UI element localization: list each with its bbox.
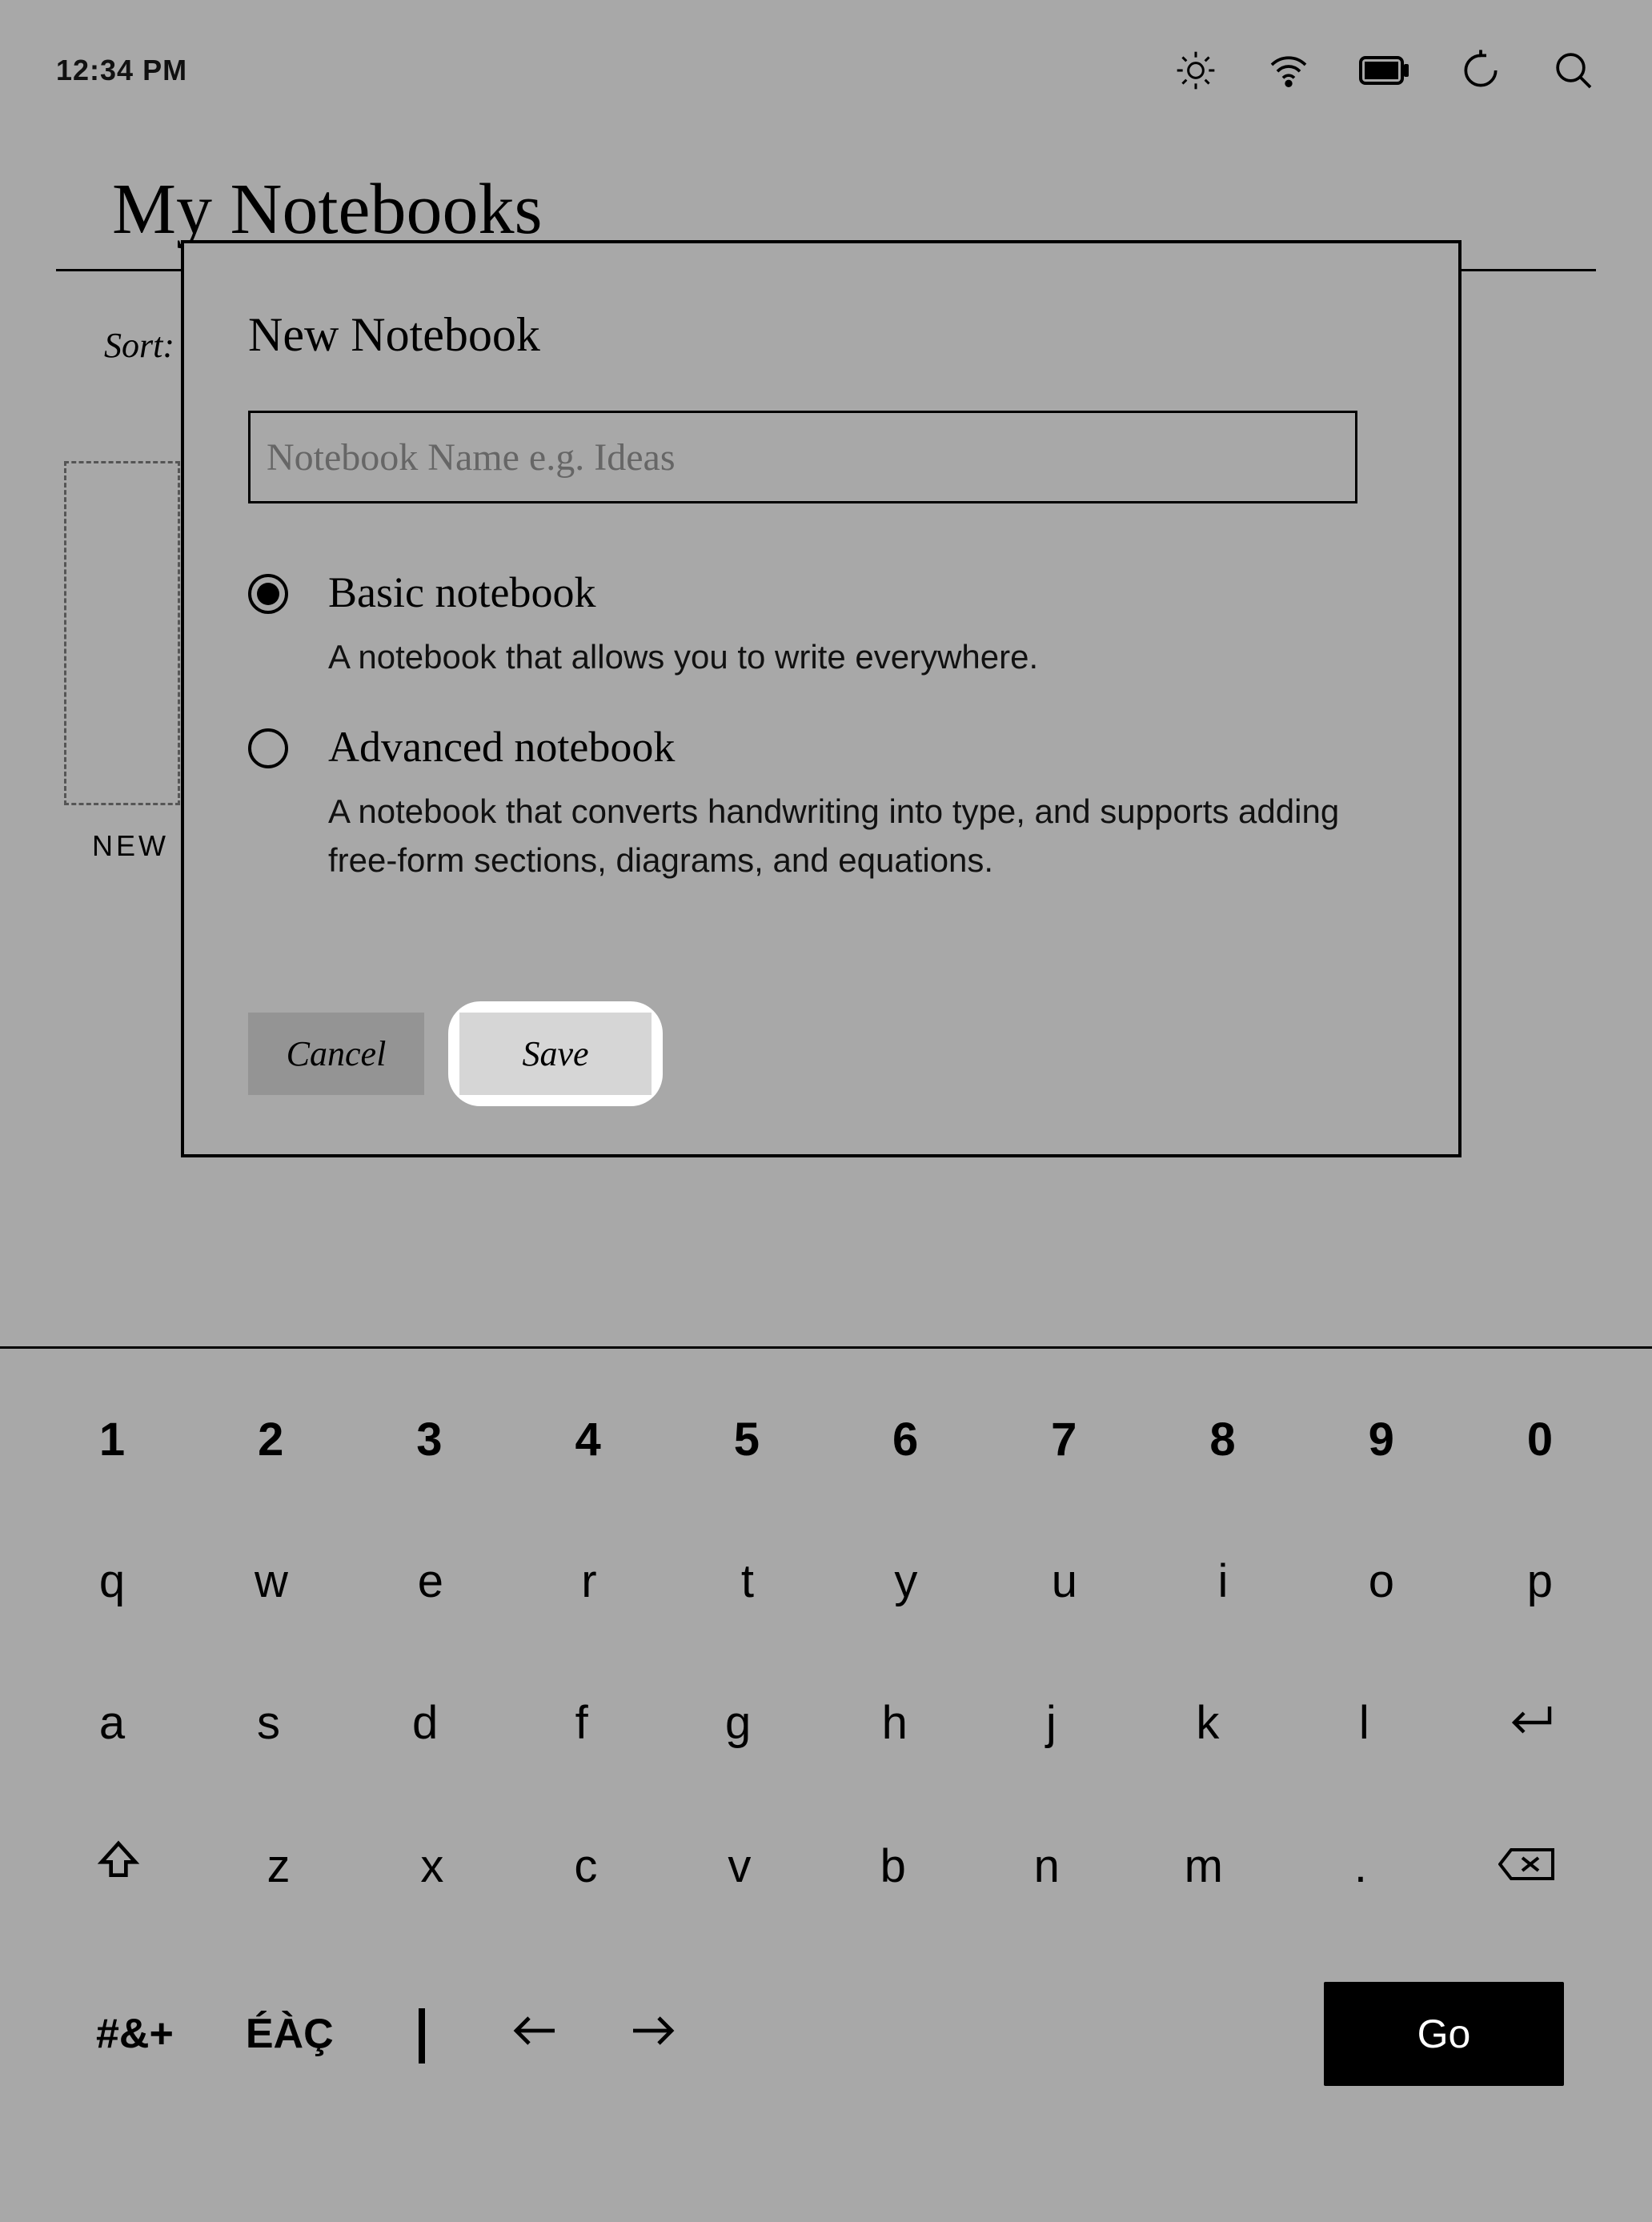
arrow-left-icon xyxy=(510,2007,558,2061)
radio-advanced-description: A notebook that converts handwriting int… xyxy=(328,788,1369,885)
keyboard-row-1: 1 2 3 4 5 6 7 8 9 0 xyxy=(88,1413,1564,1466)
key-space[interactable] xyxy=(398,2007,446,2061)
key-x[interactable]: x xyxy=(408,1838,456,1894)
cancel-button[interactable]: Cancel xyxy=(248,1013,424,1095)
radio-basic-notebook[interactable]: Basic notebook A notebook that allows yo… xyxy=(248,568,1394,682)
key-backspace[interactable] xyxy=(1490,1838,1564,1894)
key-k[interactable]: k xyxy=(1184,1696,1232,1750)
key-i[interactable]: i xyxy=(1199,1554,1247,1608)
key-5[interactable]: 5 xyxy=(723,1413,771,1466)
key-9[interactable]: 9 xyxy=(1357,1413,1405,1466)
key-8[interactable]: 8 xyxy=(1199,1413,1247,1466)
key-a[interactable]: a xyxy=(88,1696,136,1750)
radio-circle-icon xyxy=(248,728,288,768)
key-z[interactable]: z xyxy=(255,1838,303,1894)
key-l[interactable]: l xyxy=(1340,1696,1388,1750)
new-notebook-card[interactable] xyxy=(64,461,180,805)
page-title: My Notebooks xyxy=(112,168,543,251)
key-y[interactable]: y xyxy=(882,1554,930,1608)
key-e[interactable]: e xyxy=(407,1554,455,1608)
radio-advanced-title: Advanced notebook xyxy=(328,722,1369,772)
key-c[interactable]: c xyxy=(562,1838,610,1894)
new-notebook-card-label: NEW xyxy=(92,829,169,863)
key-7[interactable]: 7 xyxy=(1040,1413,1088,1466)
key-3[interactable]: 3 xyxy=(405,1413,453,1466)
key-2[interactable]: 2 xyxy=(247,1413,295,1466)
key-go[interactable]: Go xyxy=(1324,1982,1564,2086)
radio-advanced-notebook[interactable]: Advanced notebook A notebook that conver… xyxy=(248,722,1394,885)
keyboard-row-2: q w e r t y u i o p xyxy=(88,1554,1564,1608)
key-period[interactable]: . xyxy=(1337,1838,1385,1894)
radio-dot-icon xyxy=(248,574,288,614)
search-icon[interactable] xyxy=(1551,48,1596,93)
key-h[interactable]: h xyxy=(871,1696,919,1750)
key-4[interactable]: 4 xyxy=(564,1413,612,1466)
save-button-highlight: Save xyxy=(448,1001,663,1106)
key-n[interactable]: n xyxy=(1023,1838,1071,1894)
brightness-icon[interactable] xyxy=(1173,48,1218,93)
key-symbols[interactable]: #&+ xyxy=(88,2010,182,2058)
on-screen-keyboard: 1 2 3 4 5 6 7 8 9 0 q w e r t y u i o p … xyxy=(0,1346,1652,2222)
battery-icon[interactable] xyxy=(1359,54,1410,86)
radio-basic-description: A notebook that allows you to write ever… xyxy=(328,633,1038,682)
backspace-icon xyxy=(1498,1839,1556,1893)
notebook-name-input[interactable] xyxy=(248,411,1357,503)
radio-basic-title: Basic notebook xyxy=(328,568,1038,617)
screen: 12:34 PM xyxy=(0,0,1652,2222)
keyboard-row-5: #&+ ÉÀÇ Go xyxy=(88,1982,1564,2086)
status-bar: 12:34 PM xyxy=(0,48,1652,93)
key-q[interactable]: q xyxy=(88,1554,136,1608)
key-arrow-right[interactable] xyxy=(622,2007,686,2061)
notebook-type-radio-group: Basic notebook A notebook that allows yo… xyxy=(248,568,1394,885)
key-t[interactable]: t xyxy=(724,1554,772,1608)
key-g[interactable]: g xyxy=(714,1696,762,1750)
key-s[interactable]: s xyxy=(245,1696,293,1750)
dialog-title: New Notebook xyxy=(248,307,1394,363)
key-v[interactable]: v xyxy=(716,1838,764,1894)
keyboard-row-3: a s d f g h j k l xyxy=(88,1696,1564,1750)
key-0[interactable]: 0 xyxy=(1516,1413,1564,1466)
key-d[interactable]: d xyxy=(401,1696,449,1750)
key-m[interactable]: m xyxy=(1177,1838,1231,1894)
keyboard-row-4: z x c v b n m . xyxy=(88,1838,1564,1894)
dialog-button-row: Cancel Save xyxy=(248,1001,663,1106)
key-p[interactable]: p xyxy=(1516,1554,1564,1608)
key-f[interactable]: f xyxy=(558,1696,606,1750)
save-button[interactable]: Save xyxy=(459,1013,652,1095)
shift-icon xyxy=(96,1838,141,1894)
enter-icon xyxy=(1505,1696,1556,1750)
sort-label[interactable]: Sort: xyxy=(104,325,174,366)
key-1[interactable]: 1 xyxy=(88,1413,136,1466)
key-j[interactable]: j xyxy=(1027,1696,1075,1750)
key-w[interactable]: w xyxy=(247,1554,296,1608)
status-time: 12:34 PM xyxy=(56,54,187,87)
key-6[interactable]: 6 xyxy=(881,1413,929,1466)
key-arrow-left[interactable] xyxy=(502,2007,566,2061)
wifi-icon[interactable] xyxy=(1266,48,1311,93)
key-b[interactable]: b xyxy=(869,1838,917,1894)
key-o[interactable]: o xyxy=(1357,1554,1405,1608)
key-u[interactable]: u xyxy=(1041,1554,1089,1608)
key-accents[interactable]: ÉÀÇ xyxy=(238,2010,342,2058)
key-shift[interactable] xyxy=(88,1838,149,1894)
sync-icon[interactable] xyxy=(1458,48,1503,93)
spacebar-icon xyxy=(419,2008,425,2064)
arrow-right-icon xyxy=(630,2007,678,2061)
key-enter[interactable] xyxy=(1497,1696,1564,1750)
status-icons xyxy=(1173,48,1596,93)
key-r[interactable]: r xyxy=(565,1554,613,1608)
new-notebook-dialog: New Notebook Basic notebook A notebook t… xyxy=(181,240,1462,1157)
